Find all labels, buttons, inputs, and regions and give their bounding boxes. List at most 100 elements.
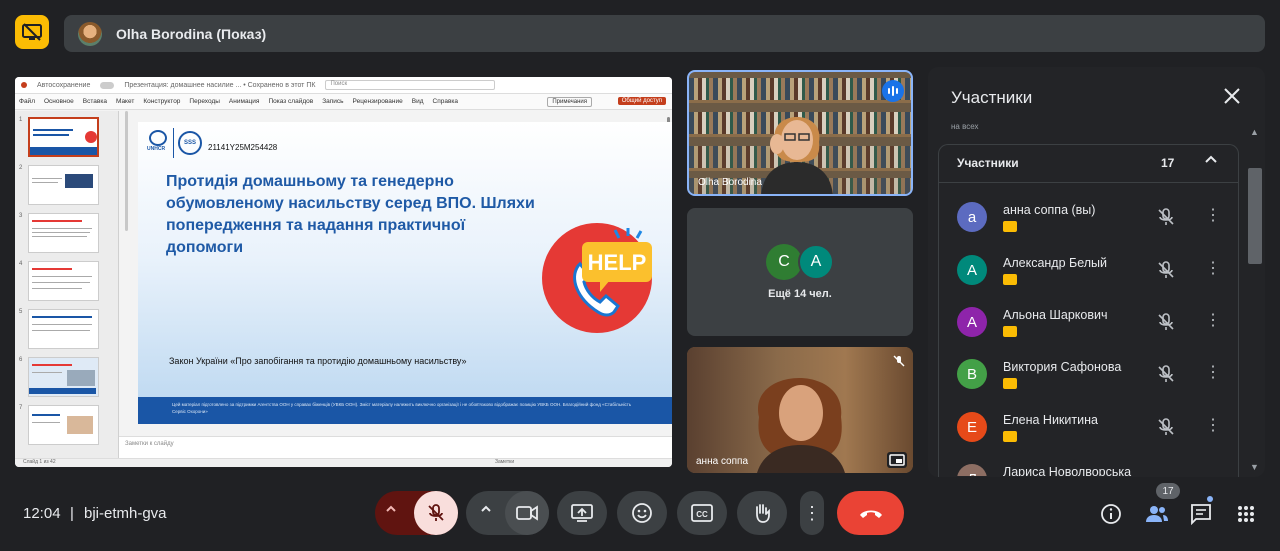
- more-options-button[interactable]: ⋮: [800, 491, 824, 535]
- slide-notes[interactable]: Заметки к слайду: [119, 436, 672, 458]
- presenting-badge-icon: [1003, 378, 1017, 389]
- shared-screen[interactable]: Автосохранение Презентация: домашнее нас…: [15, 77, 672, 467]
- thumb-num: 7: [19, 405, 23, 411]
- participant-name: Елена Никитина: [1003, 413, 1098, 427]
- more-options-icon[interactable]: ⋮: [1205, 310, 1221, 330]
- leave-call-button[interactable]: [837, 491, 904, 535]
- participant-name: Альона Шаркович: [1003, 308, 1108, 322]
- tile-name-olha: Olha Borodina: [698, 177, 762, 188]
- slide-thumbnail[interactable]: [28, 213, 99, 253]
- meeting-code: bji-etmh-gva: [84, 505, 167, 522]
- participant-video-olha: [761, 117, 833, 194]
- people-button[interactable]: [1144, 502, 1170, 526]
- menu-review[interactable]: Рецензирование: [353, 98, 403, 105]
- search-box[interactable]: Поиск: [325, 80, 496, 90]
- slide-thumbnail[interactable]: [28, 165, 99, 205]
- participants-scrollbar[interactable]: [1248, 168, 1262, 264]
- reactions-button[interactable]: [617, 491, 667, 535]
- document-title: Презентация: домашнее насилие ... • Сохр…: [124, 81, 316, 89]
- slide-thumbnail[interactable]: [28, 405, 99, 445]
- participant-row[interactable]: Е Елена Никитина ⋮: [957, 412, 1227, 456]
- avatar: Е: [957, 412, 987, 442]
- chevron-up-icon[interactable]: [480, 503, 492, 518]
- participant-name: анна соппа (вы): [1003, 203, 1096, 217]
- captions-button[interactable]: CC: [677, 491, 727, 535]
- video-camera-icon: [516, 505, 538, 521]
- participant-row[interactable]: А Александр Белый ⋮: [957, 255, 1227, 299]
- speaking-indicator-icon: [882, 80, 904, 102]
- video-tile-anna[interactable]: анна соппа: [687, 347, 913, 473]
- mic-off-icon: [428, 504, 444, 521]
- participant-name: Александр Белый: [1003, 256, 1108, 270]
- scroll-down-icon[interactable]: ▼: [1250, 462, 1259, 472]
- thumb-num: 2: [19, 165, 23, 171]
- more-options-icon[interactable]: ⋮: [1205, 415, 1221, 435]
- menu-design[interactable]: Конструктор: [143, 98, 180, 105]
- participant-row[interactable]: В Виктория Сафонова ⋮: [957, 359, 1227, 403]
- share-button[interactable]: Общий доступ: [617, 97, 666, 105]
- chevron-up-icon[interactable]: [1204, 152, 1218, 169]
- group-count: 17: [1161, 156, 1175, 170]
- meeting-info-button[interactable]: [1099, 502, 1123, 526]
- presenting-badge-icon: [1003, 274, 1017, 285]
- chat-button[interactable]: [1189, 502, 1213, 526]
- menu-record[interactable]: Запись: [322, 98, 343, 105]
- svg-text:CC: CC: [696, 510, 708, 519]
- more-options-icon[interactable]: ⋮: [1205, 205, 1221, 225]
- camera-toggle-button[interactable]: [505, 491, 549, 535]
- slide-thumbnail[interactable]: [28, 117, 99, 157]
- current-slide: UNHCR SSS 21141Y25M254428 Протидія домаш…: [138, 122, 672, 424]
- people-count-badge: 17: [1156, 483, 1180, 499]
- raise-hand-button[interactable]: [737, 491, 787, 535]
- menu-animation[interactable]: Анимация: [229, 98, 260, 105]
- avatar-group: C A: [766, 244, 834, 280]
- panel-title: Участники: [951, 88, 1033, 107]
- menu-slideshow[interactable]: Показ слайдов: [268, 98, 313, 105]
- slide-code: 21141Y25M254428: [208, 143, 278, 152]
- participant-row[interactable]: Л Лариса Новолворська: [957, 464, 1227, 476]
- slide-thumbnail[interactable]: [28, 261, 99, 301]
- participant-row[interactable]: А Альона Шаркович ⋮: [957, 307, 1227, 351]
- menu-insert[interactable]: Вставка: [83, 98, 107, 105]
- raise-hand-icon: [756, 504, 770, 523]
- status-slide-count: Слайд 1 из 42: [23, 459, 56, 465]
- menu-home[interactable]: Основное: [44, 98, 74, 105]
- end-call-icon: [859, 510, 882, 518]
- video-tile-olha[interactable]: Olha Borodina: [687, 70, 913, 196]
- presenting-badge-icon: [1003, 431, 1017, 442]
- more-options-icon[interactable]: ⋮: [1205, 258, 1221, 278]
- more-people-label: Ещё 14 чел.: [768, 288, 832, 300]
- activities-button[interactable]: [1234, 502, 1258, 526]
- participant-row[interactable]: а анна соппа (вы) ⋮: [957, 202, 1227, 246]
- menu-transitions[interactable]: Переходы: [189, 98, 220, 105]
- present-screen-button[interactable]: [557, 491, 607, 535]
- menu-file[interactable]: Файл: [19, 98, 35, 105]
- thumb-num: 4: [19, 261, 23, 267]
- close-icon[interactable]: [1223, 85, 1241, 111]
- slide-thumbnail[interactable]: [28, 309, 99, 349]
- camera-control-group: [466, 491, 549, 535]
- menu-help[interactable]: Справка: [433, 98, 459, 105]
- status-notes[interactable]: Заметки: [495, 459, 514, 465]
- autosave-toggle[interactable]: [100, 81, 115, 89]
- apps-grid-icon: [1238, 506, 1254, 522]
- picture-in-picture-icon[interactable]: [887, 452, 907, 468]
- thumbnail-scrollbar[interactable]: [125, 111, 128, 231]
- stop-presenting-icon: [22, 23, 42, 41]
- slide-footer: Цей матеріал підготовлено за підтримки А…: [138, 397, 672, 424]
- more-options-icon[interactable]: ⋮: [1205, 362, 1221, 382]
- presenting-indicator-button[interactable]: [15, 15, 49, 49]
- chevron-up-icon[interactable]: [385, 503, 397, 518]
- participant-name: Лариса Новолворська: [1003, 465, 1132, 476]
- mic-off-icon: [1158, 365, 1174, 382]
- menu-view[interactable]: Вид: [412, 98, 424, 105]
- comments-button[interactable]: Примечания: [547, 97, 592, 107]
- slide-thumbnail[interactable]: [28, 357, 99, 397]
- microphone-toggle-button[interactable]: [414, 491, 458, 535]
- powerpoint-icon: [21, 82, 27, 88]
- scroll-up-icon[interactable]: ▲: [1250, 127, 1259, 137]
- menu-layout[interactable]: Макет: [116, 98, 134, 105]
- tile-name-anna: анна соппа: [696, 456, 749, 467]
- video-tile-more-people[interactable]: C A Ещё 14 чел.: [687, 208, 913, 336]
- avatar: В: [957, 359, 987, 389]
